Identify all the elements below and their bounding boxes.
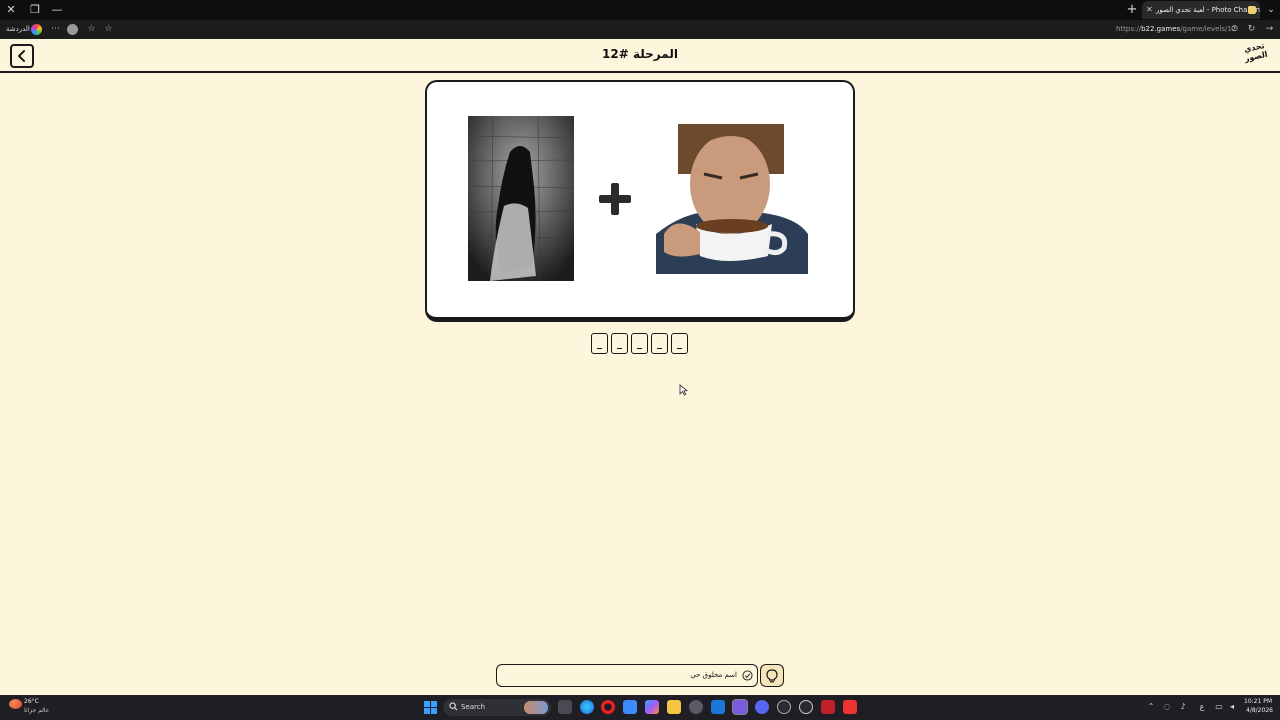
chrome-icon[interactable] [799, 700, 813, 714]
settings-gear-icon[interactable] [689, 700, 703, 714]
answer-slot[interactable] [671, 333, 688, 354]
discord-icon[interactable] [755, 700, 769, 714]
slot-blank [637, 348, 642, 349]
puzzle-card [425, 80, 855, 322]
reload-icon[interactable]: ↻ [1245, 23, 1258, 36]
answer-slots [591, 333, 688, 355]
tab-menu-chevron-icon[interactable]: ⌄ [1264, 2, 1278, 18]
answer-slot[interactable] [631, 333, 648, 354]
answer-slot[interactable] [611, 333, 628, 354]
ghost-woman-image [468, 116, 574, 281]
game-page: المرحلة #12 تحدي الصور اسم مخلوق حي [0, 39, 1280, 695]
search-icon [449, 702, 458, 711]
chevron-left-icon [18, 50, 25, 62]
edge-browser-icon[interactable] [580, 700, 594, 714]
store-icon[interactable] [623, 700, 637, 714]
back-button[interactable] [10, 44, 34, 68]
slot-blank [677, 348, 682, 349]
copilot-icon[interactable] [645, 700, 659, 714]
game-logo[interactable]: تحدي الصور [1238, 40, 1275, 72]
bookmark-chat-link[interactable]: الدردشة [6, 23, 30, 36]
tray-microphone-icon[interactable]: ♪ [1177, 701, 1189, 713]
opera-browser-icon[interactable] [601, 700, 615, 714]
task-view-icon[interactable] [558, 700, 572, 714]
plus-icon [599, 183, 631, 215]
profile-avatar-icon[interactable] [66, 23, 79, 36]
tray-volume-icon[interactable]: ◂ [1226, 701, 1238, 713]
minimize-window-icon[interactable]: — [49, 2, 65, 18]
taskbar-search-box[interactable]: Search [443, 699, 551, 716]
favorite-star-icon[interactable]: ☆ [102, 23, 115, 36]
address-bar-row: الدردشة ⋯ ☆ ☆ https://b22.games/game/lev… [0, 20, 1280, 39]
file-explorer-icon[interactable] [667, 700, 681, 714]
clock-date[interactable]: 4/8/2026 [1246, 707, 1273, 715]
search-highlight-image [524, 701, 548, 714]
tray-language-label[interactable]: ع [1196, 701, 1208, 713]
url-domain: b22.games [1141, 25, 1181, 33]
hint-lightbulb-button[interactable] [760, 664, 784, 687]
hint-text: اسم مخلوق حي [690, 671, 737, 679]
browser-tab-strip: ✕ ❐ — + ✕ لعبة تحدي الصور - Photo Challe… [0, 0, 1280, 20]
close-window-icon[interactable]: ✕ [3, 2, 19, 18]
tray-chevron-up-icon[interactable]: ⌃ [1145, 701, 1157, 713]
url-prefix: https:// [1116, 25, 1142, 33]
mail-icon[interactable] [711, 700, 725, 714]
level-title: المرحلة #12 [602, 47, 678, 61]
mouse-cursor-icon [679, 384, 688, 396]
weather-temp: 26°C [24, 698, 39, 705]
acrobat-icon[interactable] [821, 700, 835, 714]
more-options-icon[interactable]: ⋯ [49, 23, 62, 36]
restore-window-icon[interactable]: ❐ [27, 2, 43, 18]
slot-blank [617, 348, 622, 349]
new-tab-icon[interactable]: + [1124, 2, 1140, 18]
tray-display-icon[interactable]: ▭ [1213, 701, 1225, 713]
windows-start-icon[interactable] [424, 701, 437, 714]
tab-close-icon[interactable]: ✕ [1146, 1, 1153, 19]
browser-logo-icon[interactable] [31, 24, 42, 35]
slot-blank [597, 348, 602, 349]
discord-active-icon[interactable] [732, 699, 748, 715]
search-placeholder: Search [461, 703, 486, 711]
hint-field[interactable]: اسم مخلوق حي [496, 664, 758, 687]
forward-icon[interactable]: → [1263, 23, 1276, 36]
slot-blank [657, 348, 662, 349]
tab-title: لعبة تحدي الصور - Photo Challenge [1156, 6, 1260, 14]
browser-tab[interactable]: ✕ لعبة تحدي الصور - Photo Challenge [1142, 1, 1260, 19]
tray-network-off-icon[interactable]: ◌ [1161, 701, 1173, 713]
man-drinking-coffee-image [656, 124, 808, 276]
collections-icon[interactable]: ☆ [85, 23, 98, 36]
taskbar: 26°C عالم جزائا Search ⌃ ◌ ♪ ع ▭ ◂ 10:21… [0, 695, 1280, 720]
answer-slot[interactable] [651, 333, 668, 354]
steam-icon[interactable] [777, 700, 791, 714]
tab-favicon-icon [1248, 6, 1256, 14]
clock-time[interactable]: 10:21 PM [1244, 698, 1272, 706]
weather-description: عالم جزائا [24, 707, 50, 714]
weather-icon[interactable] [9, 699, 22, 709]
answer-slot[interactable] [591, 333, 608, 354]
url-field[interactable]: https://b22.games/game/levels/12 [1116, 23, 1236, 36]
lock-icon[interactable]: ⊙ [1228, 23, 1241, 36]
lightbulb-icon [766, 668, 778, 682]
check-circle-icon [742, 670, 753, 681]
red-app-icon[interactable] [843, 700, 857, 714]
game-header: المرحلة #12 تحدي الصور [0, 39, 1280, 73]
